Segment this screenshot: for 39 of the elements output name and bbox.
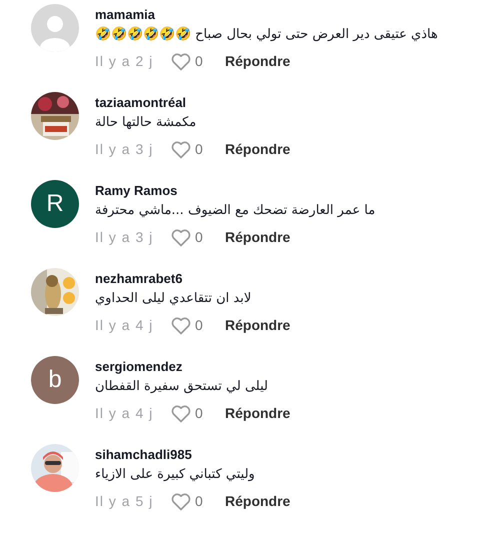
username[interactable]: nezhamrabet6 [95,271,182,287]
heart-icon[interactable] [171,404,191,422]
reply-button[interactable]: Répondre [225,227,290,248]
username[interactable]: taziaamontréal [95,95,186,111]
username[interactable]: sihamchadli985 [95,447,192,463]
timestamp: Il y a 2 j [95,52,154,71]
heart-icon[interactable] [171,228,191,246]
timestamp: Il y a 4 j [95,404,154,423]
like-count: 0 [195,140,204,159]
comment-text: ليلى لي تستحق سفيرة القفطان [95,378,268,396]
user-avatar: b [31,356,79,404]
like-count: 0 [195,404,204,423]
comment-text: هاذي عتيقى دير العرض حتى تولي بحال صباح 🤣🤣🤣🤣🤣🤣 [95,26,438,44]
username[interactable]: sergiomendez [95,359,182,375]
reply-button[interactable]: Répondre [225,403,290,424]
timestamp: Il y a 3 j [95,140,154,159]
comment-text: لابد ان تتقاعدي ليلى الحداوي [95,290,252,308]
comment-text: وليتي كتباني كبيرة على الازياء [95,466,255,484]
reply-button[interactable]: Répondre [225,491,290,512]
comment-text: ما عمر العارضة تضحك مع الضيوف ...ماشي محترفة [95,202,376,220]
heart-icon[interactable] [171,140,191,158]
reply-button[interactable]: Répondre [225,51,290,72]
user-avatar: R [31,180,79,228]
reply-button[interactable]: Répondre [225,139,290,160]
like-count: 0 [195,228,204,247]
avatar-placeholder-icon [31,4,79,52]
comment-text: مكمشة حالتها حالة [95,114,196,132]
timestamp: Il y a 3 j [95,228,154,247]
heart-icon[interactable] [171,52,191,70]
username[interactable]: mamamia [95,7,155,23]
timestamp: Il y a 5 j [95,492,154,511]
heart-icon[interactable] [171,316,191,334]
timestamp: Il y a 4 j [95,316,154,335]
like-count: 0 [195,316,204,335]
like-count: 0 [195,52,204,71]
like-count: 0 [195,492,204,511]
username[interactable]: Ramy Ramos [95,183,178,199]
heart-icon[interactable] [171,492,191,510]
reply-button[interactable]: Répondre [225,315,290,336]
